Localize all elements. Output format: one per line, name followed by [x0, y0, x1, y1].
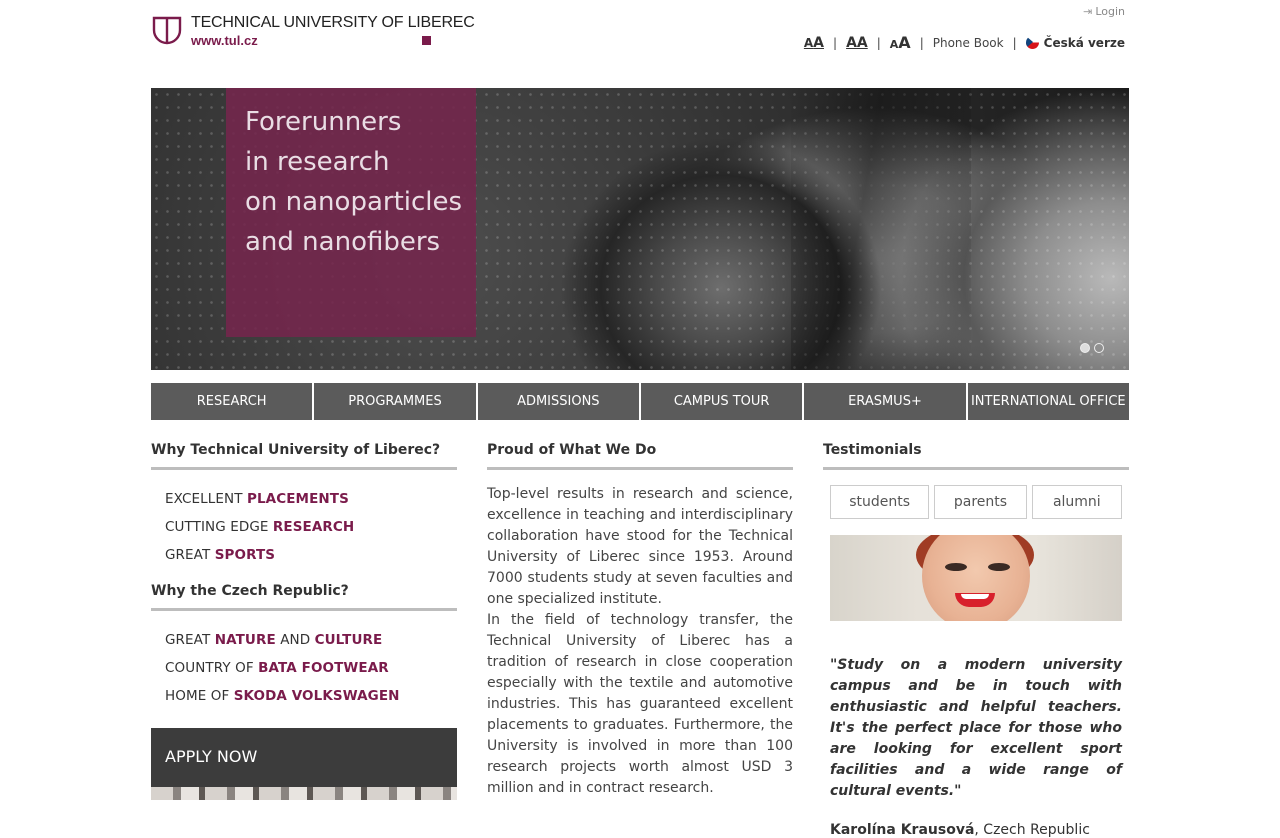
item-highlight: BATA FOOTWEAR: [258, 660, 389, 676]
why-tul-heading: Why Technical University of Liberec?: [151, 440, 457, 470]
university-name: TECHNICAL UNIVERSITY OF LIBEREC: [191, 14, 475, 31]
apply-now-banner[interactable]: APPLY NOW: [151, 728, 457, 800]
hero-caption-line: on nanoparticles: [245, 187, 463, 217]
why-tul-item[interactable]: GREAT SPORTS: [165, 541, 457, 569]
utility-toolbar: AA | AA | AA | Phone Book | Česká verze: [804, 33, 1125, 52]
item-highlight: SPORTS: [214, 547, 276, 563]
font-size-small-label: A: [803, 35, 814, 50]
nav-item-erasmus[interactable]: ERASMUS+: [804, 383, 968, 420]
hero-caption-panel: Forerunners in research on nanoparticles…: [226, 88, 476, 337]
university-logo[interactable]: TECHNICAL UNIVERSITY OF LIBEREC www.tul.…: [151, 14, 475, 50]
czech-version-link[interactable]: Česká verze: [1025, 35, 1125, 50]
why-czech-item[interactable]: COUNTRY OF BATA FOOTWEAR: [165, 654, 457, 682]
hero-caption-line: and nanofibers: [245, 227, 441, 257]
nav-item-campus-tour[interactable]: CAMPUS TOUR: [640, 383, 805, 420]
item-text: EXCELLENT: [165, 491, 247, 507]
language-label: Česká verze: [1043, 35, 1125, 50]
university-url: www.tul.cz: [191, 33, 258, 48]
item-text: AND: [275, 632, 315, 648]
slider-dots: [1080, 343, 1104, 353]
students-photo-strip: [151, 787, 457, 800]
tab-parents[interactable]: parents: [934, 485, 1027, 519]
hero-caption-line: Forerunners: [245, 107, 402, 137]
testimonials-heading: Testimonials: [823, 440, 1129, 470]
testimonial-quote: "Study on a modern university campus and…: [830, 657, 1122, 799]
item-text: GREAT: [165, 632, 215, 648]
separator: |: [833, 35, 838, 50]
login-icon: ⇥: [1083, 5, 1093, 18]
why-tul-list: EXCELLENT PLACEMENTS CUTTING EDGE RESEAR…: [151, 470, 457, 581]
login-link[interactable]: ⇥ Login: [1083, 5, 1125, 18]
author-country: , Czech Republic: [974, 822, 1090, 838]
why-tul-item[interactable]: EXCELLENT PLACEMENTS: [165, 485, 457, 513]
nav-item-admissions[interactable]: ADMISSIONS: [477, 383, 641, 420]
item-text: COUNTRY OF: [165, 660, 259, 676]
proud-paragraph: Top-level results in research and scienc…: [487, 486, 793, 607]
testimonial-photo: [830, 535, 1122, 621]
item-text: HOME OF: [165, 688, 234, 704]
item-highlight: PLACEMENTS: [246, 491, 349, 507]
separator: |: [876, 35, 881, 50]
item-highlight: SKODA VOLKSWAGEN: [233, 688, 400, 704]
hero-banner[interactable]: Forerunners in research on nanoparticles…: [151, 88, 1129, 370]
testimonial-tabs: students parents alumni: [830, 485, 1122, 519]
item-highlight: CULTURE: [314, 632, 383, 648]
university-emblem-icon: [152, 16, 182, 45]
testimonials-column: Testimonials students parents alumni "St…: [823, 440, 1129, 838]
phone-book-link[interactable]: Phone Book: [933, 36, 1004, 50]
hero-caption-line: in research: [245, 147, 390, 177]
slider-dot-2[interactable]: [1094, 343, 1104, 353]
why-czech-item[interactable]: GREAT NATURE AND CULTURE: [165, 626, 457, 654]
hero-shadow: [791, 88, 971, 370]
photo-eye: [988, 563, 1010, 571]
font-size-normal-button[interactable]: AA: [846, 35, 868, 51]
photo-face: [922, 535, 1030, 621]
why-czech-item[interactable]: HOME OF SKODA VOLKSWAGEN: [165, 682, 457, 710]
nav-item-research[interactable]: RESEARCH: [151, 383, 315, 420]
nav-item-international-office[interactable]: INTERNATIONAL OFFICE: [967, 383, 1129, 420]
login-label: Login: [1095, 5, 1125, 18]
apply-now-label: APPLY NOW: [165, 747, 258, 766]
slider-dot-1[interactable]: [1080, 343, 1090, 353]
tab-students[interactable]: students: [830, 485, 930, 519]
testimonial-author: Karolína Krausová, Czech Republic: [830, 822, 1122, 838]
why-czech-heading: Why the Czech Republic?: [151, 581, 457, 611]
item-text: CUTTING EDGE: [165, 519, 273, 535]
logo-square-icon: [422, 36, 431, 45]
czech-flag-icon: [1025, 36, 1039, 49]
photo-teeth: [961, 594, 989, 599]
why-czech-list: GREAT NATURE AND CULTURE COUNTRY OF BATA…: [151, 611, 457, 722]
separator: |: [919, 35, 924, 50]
proud-paragraph: In the field of technology transfer, the…: [487, 612, 793, 796]
font-size-large-button[interactable]: AA: [890, 33, 911, 52]
why-tul-item[interactable]: CUTTING EDGE RESEARCH: [165, 513, 457, 541]
main-navigation: RESEARCH PROGRAMMES ADMISSIONS CAMPUS TO…: [151, 383, 1129, 420]
author-name: Karolína Krausová: [830, 822, 975, 838]
photo-eye: [945, 563, 967, 571]
font-size-small-button[interactable]: AA: [804, 35, 824, 51]
item-highlight: RESEARCH: [272, 519, 355, 535]
item-text: GREAT: [165, 547, 215, 563]
item-highlight: NATURE: [214, 632, 276, 648]
tab-alumni[interactable]: alumni: [1031, 485, 1122, 519]
separator: |: [1012, 35, 1017, 50]
nav-item-programmes[interactable]: PROGRAMMES: [314, 383, 478, 420]
why-column: Why Technical University of Liberec? EXC…: [151, 440, 457, 722]
proud-heading: Proud of What We Do: [487, 440, 793, 470]
proud-column: Proud of What We Do Top-level results in…: [487, 440, 793, 799]
